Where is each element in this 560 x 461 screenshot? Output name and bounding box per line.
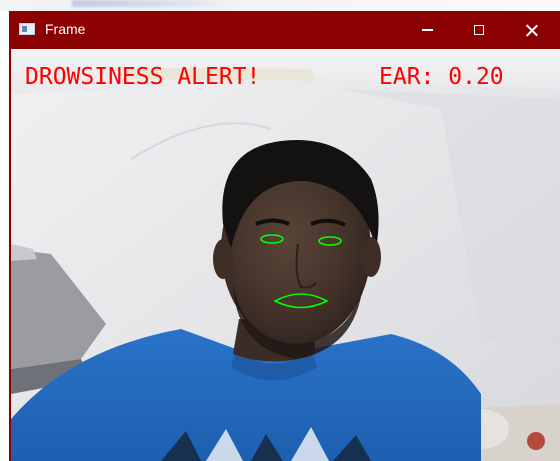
ear-readout: EAR: 0.20 bbox=[379, 64, 504, 90]
left-ear bbox=[213, 239, 233, 279]
minimize-icon bbox=[421, 29, 433, 31]
drowsiness-alert-text: DROWSINESS ALERT! bbox=[25, 64, 261, 90]
close-button[interactable] bbox=[506, 11, 556, 49]
ear-label: EAR: bbox=[379, 64, 435, 90]
right-clutter-item bbox=[527, 432, 545, 450]
app-window-icon[interactable] bbox=[19, 23, 35, 35]
desktop-taskbar-blur bbox=[72, 0, 232, 7]
close-icon bbox=[525, 24, 538, 37]
minimize-button[interactable] bbox=[402, 11, 452, 49]
camera-frame: DROWSINESS ALERT! EAR: 0.20 bbox=[11, 49, 560, 461]
maximize-button[interactable] bbox=[454, 11, 504, 49]
right-ear bbox=[361, 237, 381, 277]
desktop-background bbox=[0, 0, 560, 11]
ear-value: 0.20 bbox=[448, 64, 504, 90]
window-title: Frame bbox=[45, 21, 86, 37]
maximize-icon bbox=[474, 25, 484, 35]
camera-scene bbox=[11, 49, 560, 461]
frame-window: Frame DROWSINESS ALERT! EAR: 0.20 bbox=[9, 11, 560, 461]
title-bar[interactable]: Frame bbox=[9, 11, 560, 49]
